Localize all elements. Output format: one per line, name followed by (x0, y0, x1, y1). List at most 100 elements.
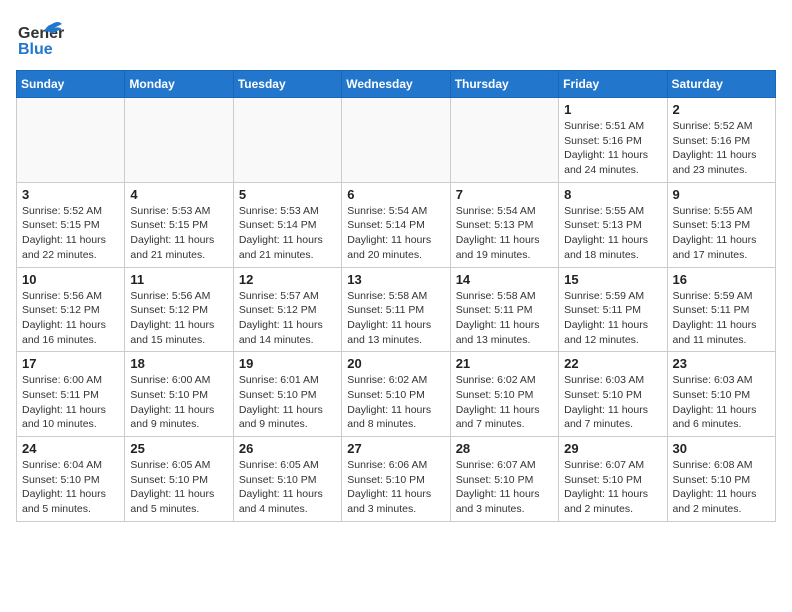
day-number: 13 (347, 272, 444, 287)
header-monday: Monday (125, 71, 233, 98)
day-info: Sunrise: 6:02 AMSunset: 5:10 PMDaylight:… (347, 373, 444, 432)
day-info: Sunrise: 6:07 AMSunset: 5:10 PMDaylight:… (456, 458, 553, 517)
day-info: Sunrise: 5:58 AMSunset: 5:11 PMDaylight:… (347, 289, 444, 348)
day-number: 17 (22, 356, 119, 371)
day-cell: 23 Sunrise: 6:03 AMSunset: 5:10 PMDayligh… (667, 352, 775, 437)
day-number: 8 (564, 187, 661, 202)
calendar-header-row: SundayMondayTuesdayWednesdayThursdayFrid… (17, 71, 776, 98)
header-sunday: Sunday (17, 71, 125, 98)
day-number: 30 (673, 441, 770, 456)
day-number: 12 (239, 272, 336, 287)
day-number: 6 (347, 187, 444, 202)
header-tuesday: Tuesday (233, 71, 341, 98)
day-number: 2 (673, 102, 770, 117)
day-number: 15 (564, 272, 661, 287)
day-info: Sunrise: 5:53 AMSunset: 5:14 PMDaylight:… (239, 204, 336, 263)
day-info: Sunrise: 6:03 AMSunset: 5:10 PMDaylight:… (673, 373, 770, 432)
day-info: Sunrise: 5:52 AMSunset: 5:15 PMDaylight:… (22, 204, 119, 263)
day-info: Sunrise: 6:06 AMSunset: 5:10 PMDaylight:… (347, 458, 444, 517)
day-info: Sunrise: 6:04 AMSunset: 5:10 PMDaylight:… (22, 458, 119, 517)
day-info: Sunrise: 6:05 AMSunset: 5:10 PMDaylight:… (239, 458, 336, 517)
day-cell (450, 98, 558, 183)
day-cell: 24 Sunrise: 6:04 AMSunset: 5:10 PMDayligh… (17, 437, 125, 522)
week-row-5: 24 Sunrise: 6:04 AMSunset: 5:10 PMDayligh… (17, 437, 776, 522)
header-saturday: Saturday (667, 71, 775, 98)
day-cell: 25Sunrise: 6:05 AMSunset: 5:10 PMDayligh… (125, 437, 233, 522)
day-cell: 4 Sunrise: 5:53 AMSunset: 5:15 PMDaylight… (125, 182, 233, 267)
day-number: 18 (130, 356, 227, 371)
day-info: Sunrise: 5:55 AMSunset: 5:13 PMDaylight:… (673, 204, 770, 263)
day-cell: 10 Sunrise: 5:56 AMSunset: 5:12 PMDayligh… (17, 267, 125, 352)
logo-icon: General Blue (16, 16, 64, 60)
day-number: 27 (347, 441, 444, 456)
day-number: 4 (130, 187, 227, 202)
week-row-4: 17Sunrise: 6:00 AMSunset: 5:11 PMDayligh… (17, 352, 776, 437)
day-info: Sunrise: 6:08 AMSunset: 5:10 PMDaylight:… (673, 458, 770, 517)
day-cell: 20 Sunrise: 6:02 AMSunset: 5:10 PMDayligh… (342, 352, 450, 437)
day-info: Sunrise: 5:52 AMSunset: 5:16 PMDaylight:… (673, 119, 770, 178)
day-number: 16 (673, 272, 770, 287)
day-number: 19 (239, 356, 336, 371)
day-cell: 27 Sunrise: 6:06 AMSunset: 5:10 PMDayligh… (342, 437, 450, 522)
day-cell: 12 Sunrise: 5:57 AMSunset: 5:12 PMDayligh… (233, 267, 341, 352)
day-cell: 30 Sunrise: 6:08 AMSunset: 5:10 PMDayligh… (667, 437, 775, 522)
day-number: 22 (564, 356, 661, 371)
day-cell: 7 Sunrise: 5:54 AMSunset: 5:13 PMDaylight… (450, 182, 558, 267)
day-info: Sunrise: 6:07 AMSunset: 5:10 PMDaylight:… (564, 458, 661, 517)
day-cell: 22 Sunrise: 6:03 AMSunset: 5:10 PMDayligh… (559, 352, 667, 437)
week-row-1: 1 Sunrise: 5:51 AMSunset: 5:16 PMDaylight… (17, 98, 776, 183)
header-friday: Friday (559, 71, 667, 98)
header-thursday: Thursday (450, 71, 558, 98)
day-info: Sunrise: 6:03 AMSunset: 5:10 PMDaylight:… (564, 373, 661, 432)
header-wednesday: Wednesday (342, 71, 450, 98)
day-number: 9 (673, 187, 770, 202)
day-cell: 11 Sunrise: 5:56 AMSunset: 5:12 PMDayligh… (125, 267, 233, 352)
day-cell: 26 Sunrise: 6:05 AMSunset: 5:10 PMDayligh… (233, 437, 341, 522)
day-cell (233, 98, 341, 183)
day-number: 14 (456, 272, 553, 287)
day-info: Sunrise: 5:56 AMSunset: 5:12 PMDaylight:… (130, 289, 227, 348)
day-cell: 16 Sunrise: 5:59 AMSunset: 5:11 PMDayligh… (667, 267, 775, 352)
day-number: 3 (22, 187, 119, 202)
day-cell: 21Sunrise: 6:02 AMSunset: 5:10 PMDayligh… (450, 352, 558, 437)
day-number: 24 (22, 441, 119, 456)
day-number: 5 (239, 187, 336, 202)
day-info: Sunrise: 5:59 AMSunset: 5:11 PMDaylight:… (673, 289, 770, 348)
day-number: 10 (22, 272, 119, 287)
day-cell: 8Sunrise: 5:55 AMSunset: 5:13 PMDaylight… (559, 182, 667, 267)
day-number: 26 (239, 441, 336, 456)
day-cell: 1 Sunrise: 5:51 AMSunset: 5:16 PMDaylight… (559, 98, 667, 183)
day-number: 28 (456, 441, 553, 456)
day-info: Sunrise: 5:51 AMSunset: 5:16 PMDaylight:… (564, 119, 661, 178)
day-number: 11 (130, 272, 227, 287)
day-number: 29 (564, 441, 661, 456)
day-number: 1 (564, 102, 661, 117)
day-cell: 18 Sunrise: 6:00 AMSunset: 5:10 PMDayligh… (125, 352, 233, 437)
day-cell: 17Sunrise: 6:00 AMSunset: 5:11 PMDayligh… (17, 352, 125, 437)
day-cell (17, 98, 125, 183)
day-cell: 3 Sunrise: 5:52 AMSunset: 5:15 PMDaylight… (17, 182, 125, 267)
day-info: Sunrise: 5:57 AMSunset: 5:12 PMDaylight:… (239, 289, 336, 348)
day-number: 20 (347, 356, 444, 371)
day-info: Sunrise: 5:54 AMSunset: 5:13 PMDaylight:… (456, 204, 553, 263)
day-info: Sunrise: 6:01 AMSunset: 5:10 PMDaylight:… (239, 373, 336, 432)
day-number: 23 (673, 356, 770, 371)
day-cell: 29 Sunrise: 6:07 AMSunset: 5:10 PMDayligh… (559, 437, 667, 522)
day-number: 7 (456, 187, 553, 202)
day-cell: 28 Sunrise: 6:07 AMSunset: 5:10 PMDayligh… (450, 437, 558, 522)
day-cell: 14 Sunrise: 5:58 AMSunset: 5:11 PMDayligh… (450, 267, 558, 352)
week-row-2: 3 Sunrise: 5:52 AMSunset: 5:15 PMDaylight… (17, 182, 776, 267)
day-info: Sunrise: 5:54 AMSunset: 5:14 PMDaylight:… (347, 204, 444, 263)
day-cell (125, 98, 233, 183)
day-info: Sunrise: 5:58 AMSunset: 5:11 PMDaylight:… (456, 289, 553, 348)
page-header: General Blue (16, 16, 776, 60)
day-info: Sunrise: 5:53 AMSunset: 5:15 PMDaylight:… (130, 204, 227, 263)
day-cell: 13 Sunrise: 5:58 AMSunset: 5:11 PMDayligh… (342, 267, 450, 352)
logo: General Blue (16, 16, 64, 60)
day-number: 21 (456, 356, 553, 371)
day-cell (342, 98, 450, 183)
day-info: Sunrise: 5:56 AMSunset: 5:12 PMDaylight:… (22, 289, 119, 348)
day-info: Sunrise: 6:05 AMSunset: 5:10 PMDaylight:… (130, 458, 227, 517)
week-row-3: 10 Sunrise: 5:56 AMSunset: 5:12 PMDayligh… (17, 267, 776, 352)
day-info: Sunrise: 6:00 AMSunset: 5:10 PMDaylight:… (130, 373, 227, 432)
